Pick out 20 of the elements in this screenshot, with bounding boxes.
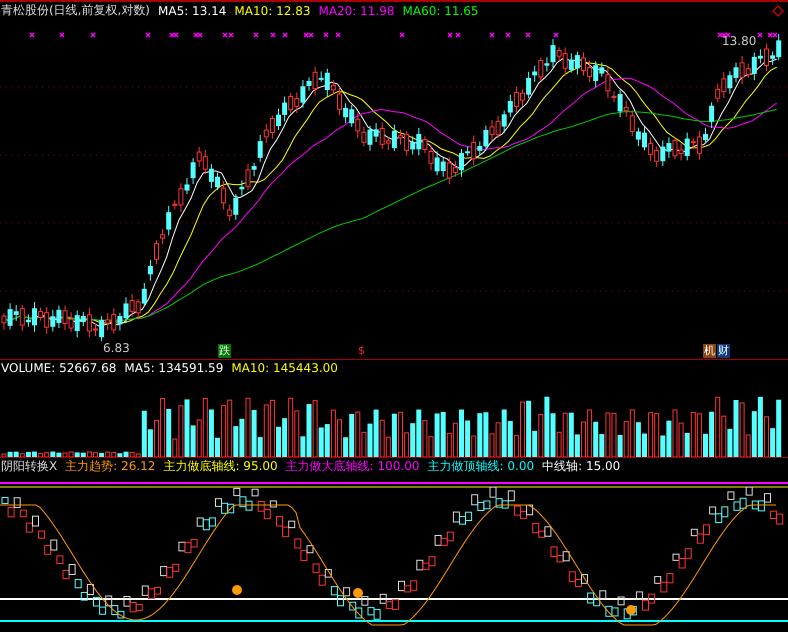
event-marker[interactable]: 财: [717, 344, 730, 358]
indicator-value: MA5: 13.14: [158, 4, 226, 18]
indicator-value: MA10: 12.83: [234, 4, 310, 18]
indicator-value: VOLUME: 52667.68: [1, 361, 116, 376]
indicator-value: 中线轴: 15.00: [542, 458, 620, 475]
indicator-value: 主力做底轴线: 95.00: [163, 458, 278, 475]
indicator-value: 主力做大底轴线: 100.00: [286, 458, 420, 475]
indicator-value: MA10: 145443.00: [231, 361, 338, 376]
indicator-title: 青松股份(日线,前复权,对数): [1, 2, 150, 19]
indicator-value: MA5: 134591.59: [124, 361, 224, 376]
indicator-value: 主力趋势: 26.12: [65, 458, 156, 475]
high-price-label: 13.80: [722, 34, 756, 48]
event-marker[interactable]: $: [357, 344, 366, 358]
low-price-label: 6.83: [103, 341, 130, 355]
indicator-value: 主力做顶轴线: 0.00: [428, 458, 534, 475]
event-marker[interactable]: 跌: [218, 344, 231, 358]
indicator-value: MA20: 11.98: [318, 4, 395, 18]
indicator-title: 阴阳转换X: [1, 458, 58, 475]
indicator-value: MA60: 11.65: [402, 4, 479, 18]
event-marker[interactable]: 机: [703, 344, 716, 358]
